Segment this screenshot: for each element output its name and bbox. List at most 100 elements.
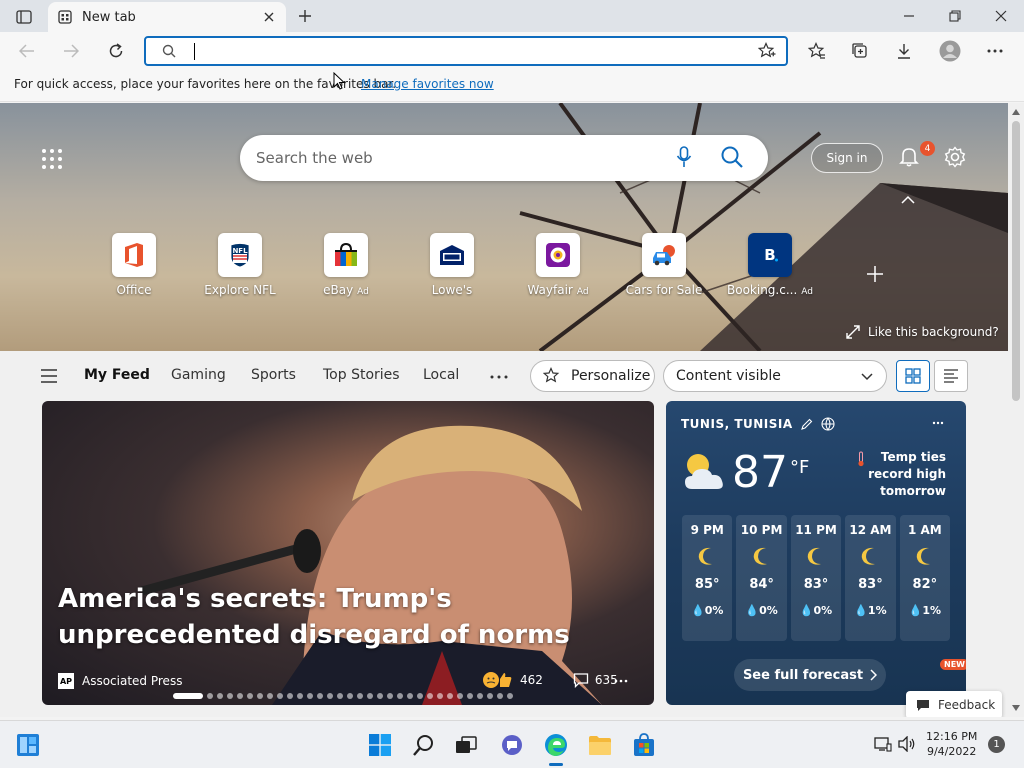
feed-tab-gaming[interactable]: Gaming	[171, 367, 226, 383]
new-tab-button[interactable]	[292, 4, 318, 28]
close-window-button[interactable]	[978, 0, 1024, 32]
hero-story-card[interactable]: America's secrets: Trump's unprecedented…	[42, 401, 654, 705]
quick-link-booking[interactable]: B Booking.c... Ad	[720, 233, 820, 297]
globe-icon[interactable]	[821, 417, 835, 431]
moon-icon	[916, 547, 930, 565]
notification-center-badge[interactable]: 1	[988, 736, 1005, 753]
booking-logo-icon: B	[764, 246, 778, 264]
list-view-button[interactable]	[934, 360, 968, 392]
profile-button[interactable]	[935, 36, 965, 66]
teams-chat-button[interactable]	[498, 731, 526, 759]
more-horizontal-icon	[987, 49, 1003, 53]
hourly-forecast-item: 9 PM 85° 💧0%	[682, 515, 733, 641]
file-explorer-button[interactable]	[586, 731, 614, 759]
add-quick-link-icon[interactable]	[864, 263, 886, 285]
avatar-icon	[939, 40, 961, 62]
story-reactions[interactable]: 462 635	[482, 671, 618, 689]
microsoft-store-button[interactable]	[630, 731, 658, 759]
more-horizontal-icon[interactable]	[614, 679, 628, 683]
back-button[interactable]	[12, 36, 42, 66]
forward-button[interactable]	[56, 36, 86, 66]
restore-button[interactable]	[932, 0, 978, 32]
hero-story-headline[interactable]: America's secrets: Trump's unprecedented…	[58, 581, 638, 653]
settings-and-more-button[interactable]	[980, 36, 1010, 66]
hour-temperature: 83°	[803, 577, 829, 592]
like-background-button[interactable]: Like this background?	[846, 325, 999, 339]
feedback-button[interactable]: Feedback	[906, 691, 1002, 717]
quick-link-office[interactable]: Office	[84, 233, 184, 297]
clock-time: 12:16 PM	[926, 730, 978, 743]
more-horizontal-icon[interactable]	[932, 421, 944, 425]
see-full-forecast-button[interactable]: See full forecast	[734, 659, 886, 691]
weather-location[interactable]: TUNIS, TUNISIA	[681, 417, 835, 431]
weather-card[interactable]: TUNIS, TUNISIA 87 °F Temp ties record hi…	[666, 401, 966, 705]
quick-link-ebay[interactable]: eBay Ad	[296, 233, 396, 297]
address-input[interactable]	[198, 40, 738, 62]
scroll-down-icon[interactable]	[1012, 705, 1020, 711]
microphone-icon[interactable]	[676, 146, 692, 168]
scroll-up-icon[interactable]	[1012, 109, 1020, 115]
volume-icon[interactable]	[898, 736, 916, 752]
start-button[interactable]	[366, 731, 394, 759]
taskbar-search-button[interactable]	[410, 731, 438, 759]
tab-close-button[interactable]	[260, 8, 278, 26]
search-icon[interactable]	[720, 145, 744, 169]
quick-link-lowes[interactable]: Lowe's	[402, 233, 502, 297]
menu-icon[interactable]	[40, 369, 58, 383]
feed-tab-sports[interactable]: Sports	[251, 367, 296, 383]
refresh-button[interactable]	[101, 36, 131, 66]
hour-time: 12 AM	[849, 523, 892, 537]
chevron-up-icon[interactable]	[900, 195, 916, 205]
feed-tab-my-feed[interactable]: My Feed	[84, 367, 150, 383]
wayfair-logo-icon	[546, 243, 570, 267]
more-horizontal-icon[interactable]	[490, 375, 508, 379]
gear-icon[interactable]	[944, 146, 966, 168]
story-photo	[140, 425, 602, 705]
bell-icon[interactable]	[898, 145, 920, 167]
personalize-button[interactable]: Personalize	[530, 360, 655, 392]
moon-icon	[698, 547, 713, 565]
tab-new-tab[interactable]: New tab	[48, 2, 286, 32]
content-visibility-select[interactable]: Content visible	[663, 360, 887, 392]
web-search-input[interactable]	[256, 145, 656, 171]
address-bar[interactable]	[144, 36, 788, 66]
feedback-label: Feedback	[938, 698, 996, 712]
pencil-icon[interactable]	[800, 418, 813, 430]
carousel-dots[interactable]	[173, 693, 513, 699]
widgets-button[interactable]	[14, 731, 42, 759]
task-view-button[interactable]	[452, 731, 480, 759]
minimize-button[interactable]	[886, 0, 932, 32]
apps-launcher-button[interactable]	[40, 147, 64, 171]
notification-badge: 4	[920, 141, 935, 156]
collections-icon	[852, 43, 867, 58]
web-search-box[interactable]	[240, 135, 768, 181]
quick-link-tile	[430, 233, 474, 277]
refresh-icon	[109, 43, 123, 58]
manage-favorites-link[interactable]: Manage favorites now	[361, 77, 494, 91]
source-logo: AP	[58, 673, 74, 689]
system-clock[interactable]: 12:16 PM 9/4/2022	[926, 729, 977, 759]
collections-button[interactable]	[845, 36, 875, 66]
page-scrollbar[interactable]	[1008, 103, 1024, 717]
scrollbar-thumb[interactable]	[1012, 121, 1020, 401]
network-icon[interactable]	[874, 736, 892, 752]
quick-link-nfl[interactable]: NFL Explore NFL	[190, 233, 290, 297]
widgets-icon	[17, 734, 39, 756]
quick-link-cars-for-sale[interactable]: Cars for Sale	[614, 233, 714, 297]
favorites-button[interactable]	[802, 36, 832, 66]
clock-date: 9/4/2022	[926, 745, 977, 758]
feed-tab-local[interactable]: Local	[423, 367, 459, 383]
quick-link-wayfair[interactable]: Wayfair Ad	[508, 233, 608, 297]
taskbar: 12:16 PM 9/4/2022 1	[0, 720, 1024, 768]
downloads-button[interactable]	[889, 36, 919, 66]
tab-actions-button[interactable]	[10, 6, 38, 28]
edge-taskbar-button[interactable]	[542, 731, 570, 759]
add-favorite-icon[interactable]	[758, 42, 776, 60]
grid-view-button[interactable]	[896, 360, 930, 392]
sign-in-button[interactable]: Sign in	[811, 143, 883, 173]
feed-tab-top-stories[interactable]: Top Stories	[323, 367, 400, 383]
weather-alert[interactable]: Temp ties record high tomorrow	[856, 449, 946, 500]
lowes-logo-icon	[440, 245, 464, 265]
favorites-bar: For quick access, place your favorites h…	[0, 70, 1024, 102]
current-temperature: 87	[732, 447, 788, 498]
